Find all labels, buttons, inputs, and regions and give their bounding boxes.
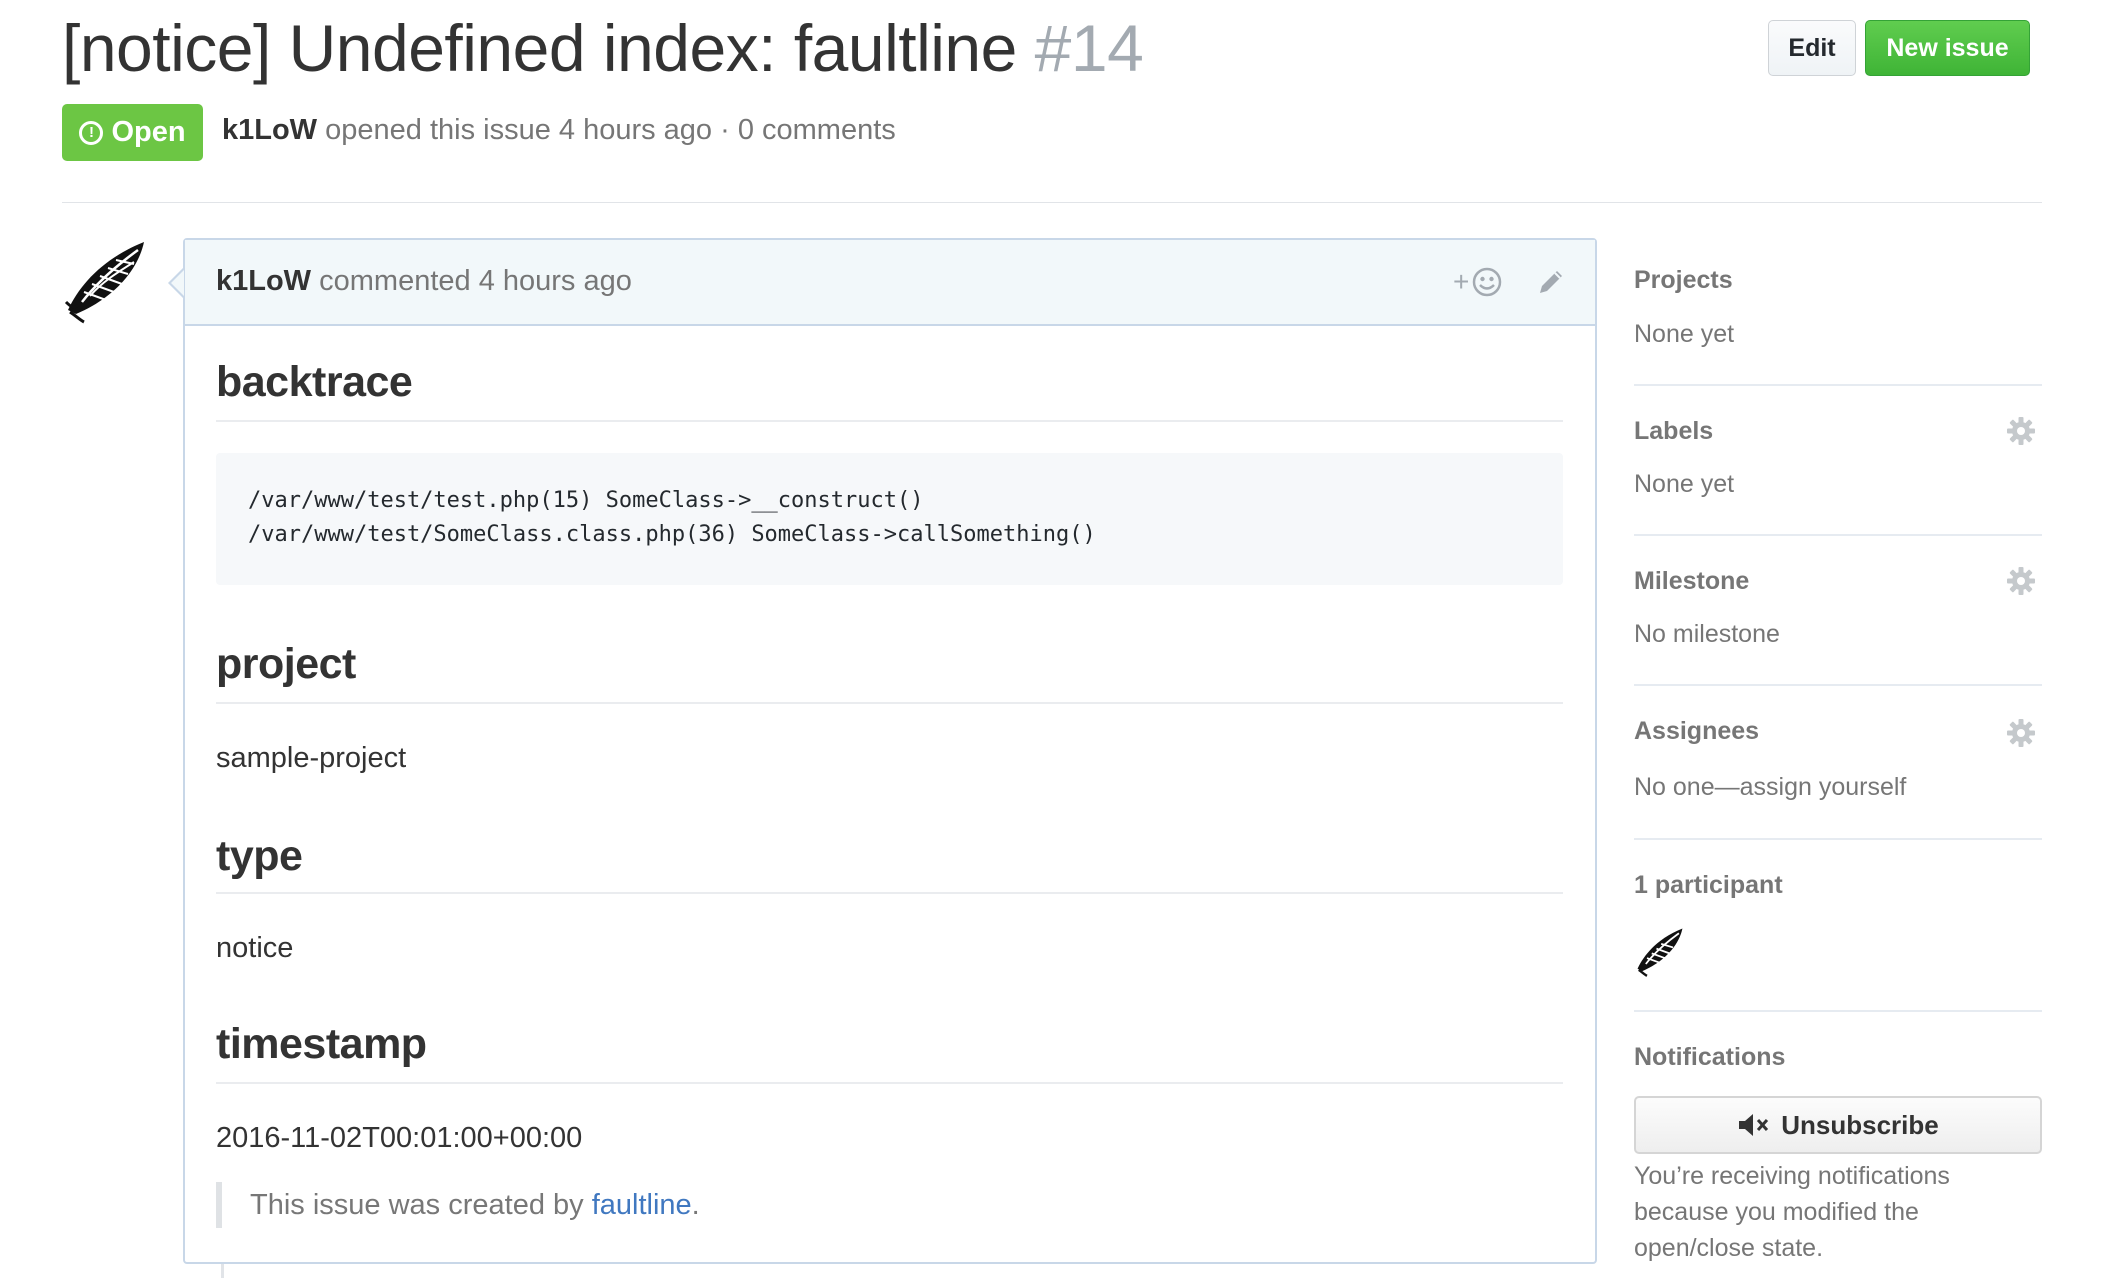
header-divider	[62, 202, 2042, 203]
comment-arrow-inner	[171, 270, 184, 296]
heading-rule	[216, 702, 1563, 704]
alert-icon: !	[79, 120, 104, 145]
heading-rule	[216, 420, 1563, 422]
gear-icon[interactable]	[2006, 566, 2036, 596]
footer-prefix: This issue was created by	[250, 1189, 592, 1221]
footer-quote: This issue was created by faultline.	[216, 1182, 700, 1228]
notification-reason: You’re receiving notifications because y…	[1634, 1162, 1950, 1262]
timeline-line	[221, 1264, 224, 1278]
milestone-heading[interactable]: Milestone	[1634, 567, 1749, 596]
unsubscribe-label: Unsubscribe	[1781, 1109, 1939, 1140]
edit-title-button[interactable]: Edit	[1768, 20, 1856, 76]
smiley-icon	[1473, 267, 1502, 297]
faultline-link[interactable]: faultline	[592, 1189, 692, 1221]
sidebar-divider	[1634, 534, 2042, 536]
heading-rule	[216, 1082, 1563, 1084]
plus-icon: +	[1453, 266, 1470, 297]
comment-time[interactable]: commented 4 hours ago	[319, 265, 632, 297]
author-avatar[interactable]	[62, 236, 150, 324]
sidebar-divider	[1634, 684, 2042, 686]
labels-value: None yet	[1634, 470, 1735, 498]
labels-heading[interactable]: Labels	[1634, 417, 1713, 446]
assignees-heading[interactable]: Assignees	[1634, 717, 1759, 746]
issue-state-badge: ! Open	[62, 104, 203, 161]
comment-author-link[interactable]: k1LoW	[216, 265, 311, 297]
issue-state-label: Open	[111, 116, 186, 148]
issue-number: #14	[1034, 11, 1144, 85]
type-heading: type	[216, 832, 303, 880]
pencil-icon[interactable]	[1535, 266, 1567, 298]
projects-value: None yet	[1634, 320, 1735, 348]
timestamp-value: 2016-11-02T00:01:00+00:00	[216, 1122, 583, 1154]
issue-title: [notice] Undefined index: faultline #14	[62, 10, 1144, 86]
sidebar-divider	[1634, 838, 2042, 840]
heading-rule	[216, 892, 1563, 894]
backtrace-code: /var/www/test/test.php(15) SomeClass->__…	[216, 453, 1563, 585]
participant-avatar[interactable]	[1634, 925, 1686, 977]
footer-suffix: .	[691, 1189, 700, 1221]
comment-header-text: k1LoW commented 4 hours ago	[216, 265, 632, 298]
timestamp-heading: timestamp	[216, 1020, 427, 1068]
notifications-heading: Notifications	[1634, 1043, 1786, 1071]
milestone-value: No milestone	[1634, 620, 1780, 648]
sidebar-divider	[1634, 384, 2042, 386]
backtrace-heading: backtrace	[216, 358, 413, 406]
projects-heading[interactable]: Projects	[1634, 266, 1733, 295]
unsubscribe-button[interactable]: Unsubscribe	[1634, 1096, 2042, 1154]
mute-icon	[1739, 1114, 1769, 1136]
issue-title-text: [notice] Undefined index: faultline	[62, 11, 1017, 85]
project-heading: project	[216, 640, 356, 688]
assignees-value[interactable]: No one—assign yourself	[1634, 773, 1906, 802]
project-value: sample-project	[216, 742, 407, 774]
issue-meta-text: opened this issue 4 hours ago · 0 commen…	[325, 114, 896, 146]
sidebar-divider	[1634, 1010, 2042, 1012]
gear-icon[interactable]	[2006, 718, 2036, 748]
new-issue-button[interactable]: New issue	[1865, 20, 2030, 76]
add-reaction-button[interactable]: +	[1453, 266, 1503, 298]
participants-heading: 1 participant	[1634, 871, 1783, 899]
type-value: notice	[216, 932, 294, 964]
issue-meta: k1LoW opened this issue 4 hours ago · 0 …	[222, 114, 896, 147]
gear-icon[interactable]	[2006, 416, 2036, 446]
issue-author-link[interactable]: k1LoW	[222, 114, 317, 146]
